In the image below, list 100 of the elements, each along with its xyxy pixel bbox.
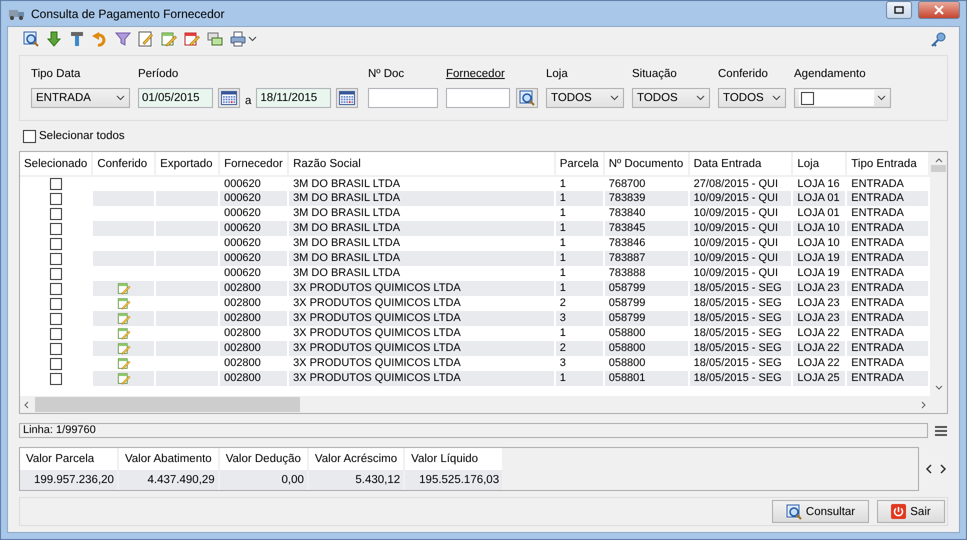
table-cell: 3X PRODUTOS QUIMICOS LTDA [288,356,555,371]
calendar-button[interactable] [336,88,358,108]
table-cell: 3X PRODUTOS QUIMICOS LTDA [288,281,555,296]
restore-button[interactable] [886,0,912,18]
table-cell: 058801 [604,371,689,386]
row-checkbox[interactable] [50,328,62,340]
menu-icon[interactable] [934,424,948,436]
table-cell: 3X PRODUTOS QUIMICOS LTDA [288,296,555,311]
table-cell: 3M DO BRASIL LTDA [288,221,555,236]
caret-icon[interactable] [248,36,257,42]
row-checkbox[interactable] [50,342,62,354]
doc-number-field[interactable] [368,88,438,108]
tools-icon[interactable] [68,30,86,48]
caret-icon[interactable] [696,95,705,101]
power-icon [891,504,906,519]
horizontal-scrollbar[interactable] [20,396,930,413]
status-dropdown[interactable]: TODOS [632,88,710,108]
table-cell: 3M DO BRASIL LTDA [288,251,555,266]
table-cell: ENTRADA [846,326,929,341]
search-icon [786,504,802,520]
table-cell: ENTRADA [846,206,929,221]
restore-icon [894,6,904,14]
window-title: Consulta de Pagamento Fornecedor [31,6,226,20]
edit-icon[interactable] [137,30,155,48]
checked-dropdown[interactable]: TODOS [718,88,786,108]
table-cell: 2 [554,341,604,356]
caret-icon[interactable] [877,95,886,101]
scroll-thumb[interactable] [35,397,300,412]
total-value: 195.525.176,03 [405,470,502,490]
note-edit-icon[interactable] [160,30,178,48]
search-button[interactable]: Consultar [772,500,869,523]
date-field[interactable]: 01/05/2015 [138,88,213,108]
row-checkbox[interactable] [50,222,62,234]
printer-icon[interactable] [229,30,247,48]
filter-icon[interactable] [114,30,132,48]
status-field: Linha: 1/99760 [19,423,928,438]
supplier-field[interactable] [446,88,510,108]
note-edit-icon[interactable] [183,30,201,48]
table-cell: 18/05/2015 - SEG [688,326,792,341]
caret-icon[interactable] [772,95,781,101]
field-label: Loja [546,68,569,82]
caret-icon[interactable] [116,95,125,101]
scroll-down-icon[interactable] [934,385,942,390]
close-button[interactable] [918,0,960,18]
scroll-thumb[interactable] [931,165,946,172]
table-cell: 3M DO BRASIL LTDA [288,191,555,206]
table-cell: LOJA 23 [792,296,846,311]
schedule-dropdown[interactable] [794,88,891,108]
scroll-left-icon[interactable] [24,400,29,408]
row-checkbox[interactable] [50,312,62,324]
row-checkbox[interactable] [50,252,62,264]
search-button[interactable] [516,88,538,108]
row-checkbox[interactable] [50,238,62,250]
calendar-button[interactable] [218,88,240,108]
table-cell: LOJA 10 [792,236,846,251]
row-checkbox[interactable] [50,298,62,310]
windows-icon[interactable] [206,30,224,48]
total-value: 4.437.490,29 [118,470,218,490]
table-cell: 3X PRODUTOS QUIMICOS LTDA [288,371,555,386]
table-cell: 1 [554,221,604,236]
close-icon [934,4,944,14]
table-cell: ENTRADA [846,311,929,326]
scroll-up-icon[interactable] [934,158,942,163]
table-cell: 18/05/2015 - SEG [688,296,792,311]
total-label: Valor Parcela [20,448,117,470]
store-dropdown[interactable]: TODOS [546,88,624,108]
row-checkbox[interactable] [50,372,62,384]
caret-icon[interactable] [610,95,619,101]
down-arrow-icon[interactable] [45,30,63,48]
date-field[interactable]: 18/11/2015 [256,88,332,108]
total-value: 0,00 [220,470,307,490]
row-checkbox[interactable] [50,358,62,370]
key-icon[interactable] [930,30,948,48]
checkbox[interactable] [23,130,36,142]
total-label: Valor Acréscimo [308,448,404,470]
vertical-scrollbar[interactable] [930,152,947,396]
exit-button[interactable]: Sair [877,500,945,523]
row-checkbox[interactable] [50,268,62,280]
tipo-data-dropdown[interactable]: ENTRADA [31,88,130,108]
table-cell: 3M DO BRASIL LTDA [288,266,555,281]
table-cell: 058800 [604,341,689,356]
field-label: Conferido [718,68,769,82]
table-cell: ENTRADA [846,371,929,386]
table-cell: ENTRADA [846,281,929,296]
table-cell: 000620 [219,251,288,266]
search-icon[interactable] [22,30,40,48]
table-cell: 18/05/2015 - SEG [688,281,792,296]
field-label: Período [138,68,180,82]
table-cell: 3 [554,356,604,371]
table-cell: 002800 [219,341,288,356]
supplier-link[interactable]: Fornecedor [446,68,538,82]
row-checkbox[interactable] [50,282,62,294]
row-checkbox[interactable] [50,178,62,190]
row-checkbox[interactable] [50,208,62,220]
row-checkbox[interactable] [50,192,62,204]
table-cell: 058799 [604,281,689,296]
table-cell: LOJA 23 [792,281,846,296]
table-cell: 3 [554,311,604,326]
table-cell: LOJA 19 [792,251,846,266]
scroll-right-icon[interactable] [921,400,926,408]
